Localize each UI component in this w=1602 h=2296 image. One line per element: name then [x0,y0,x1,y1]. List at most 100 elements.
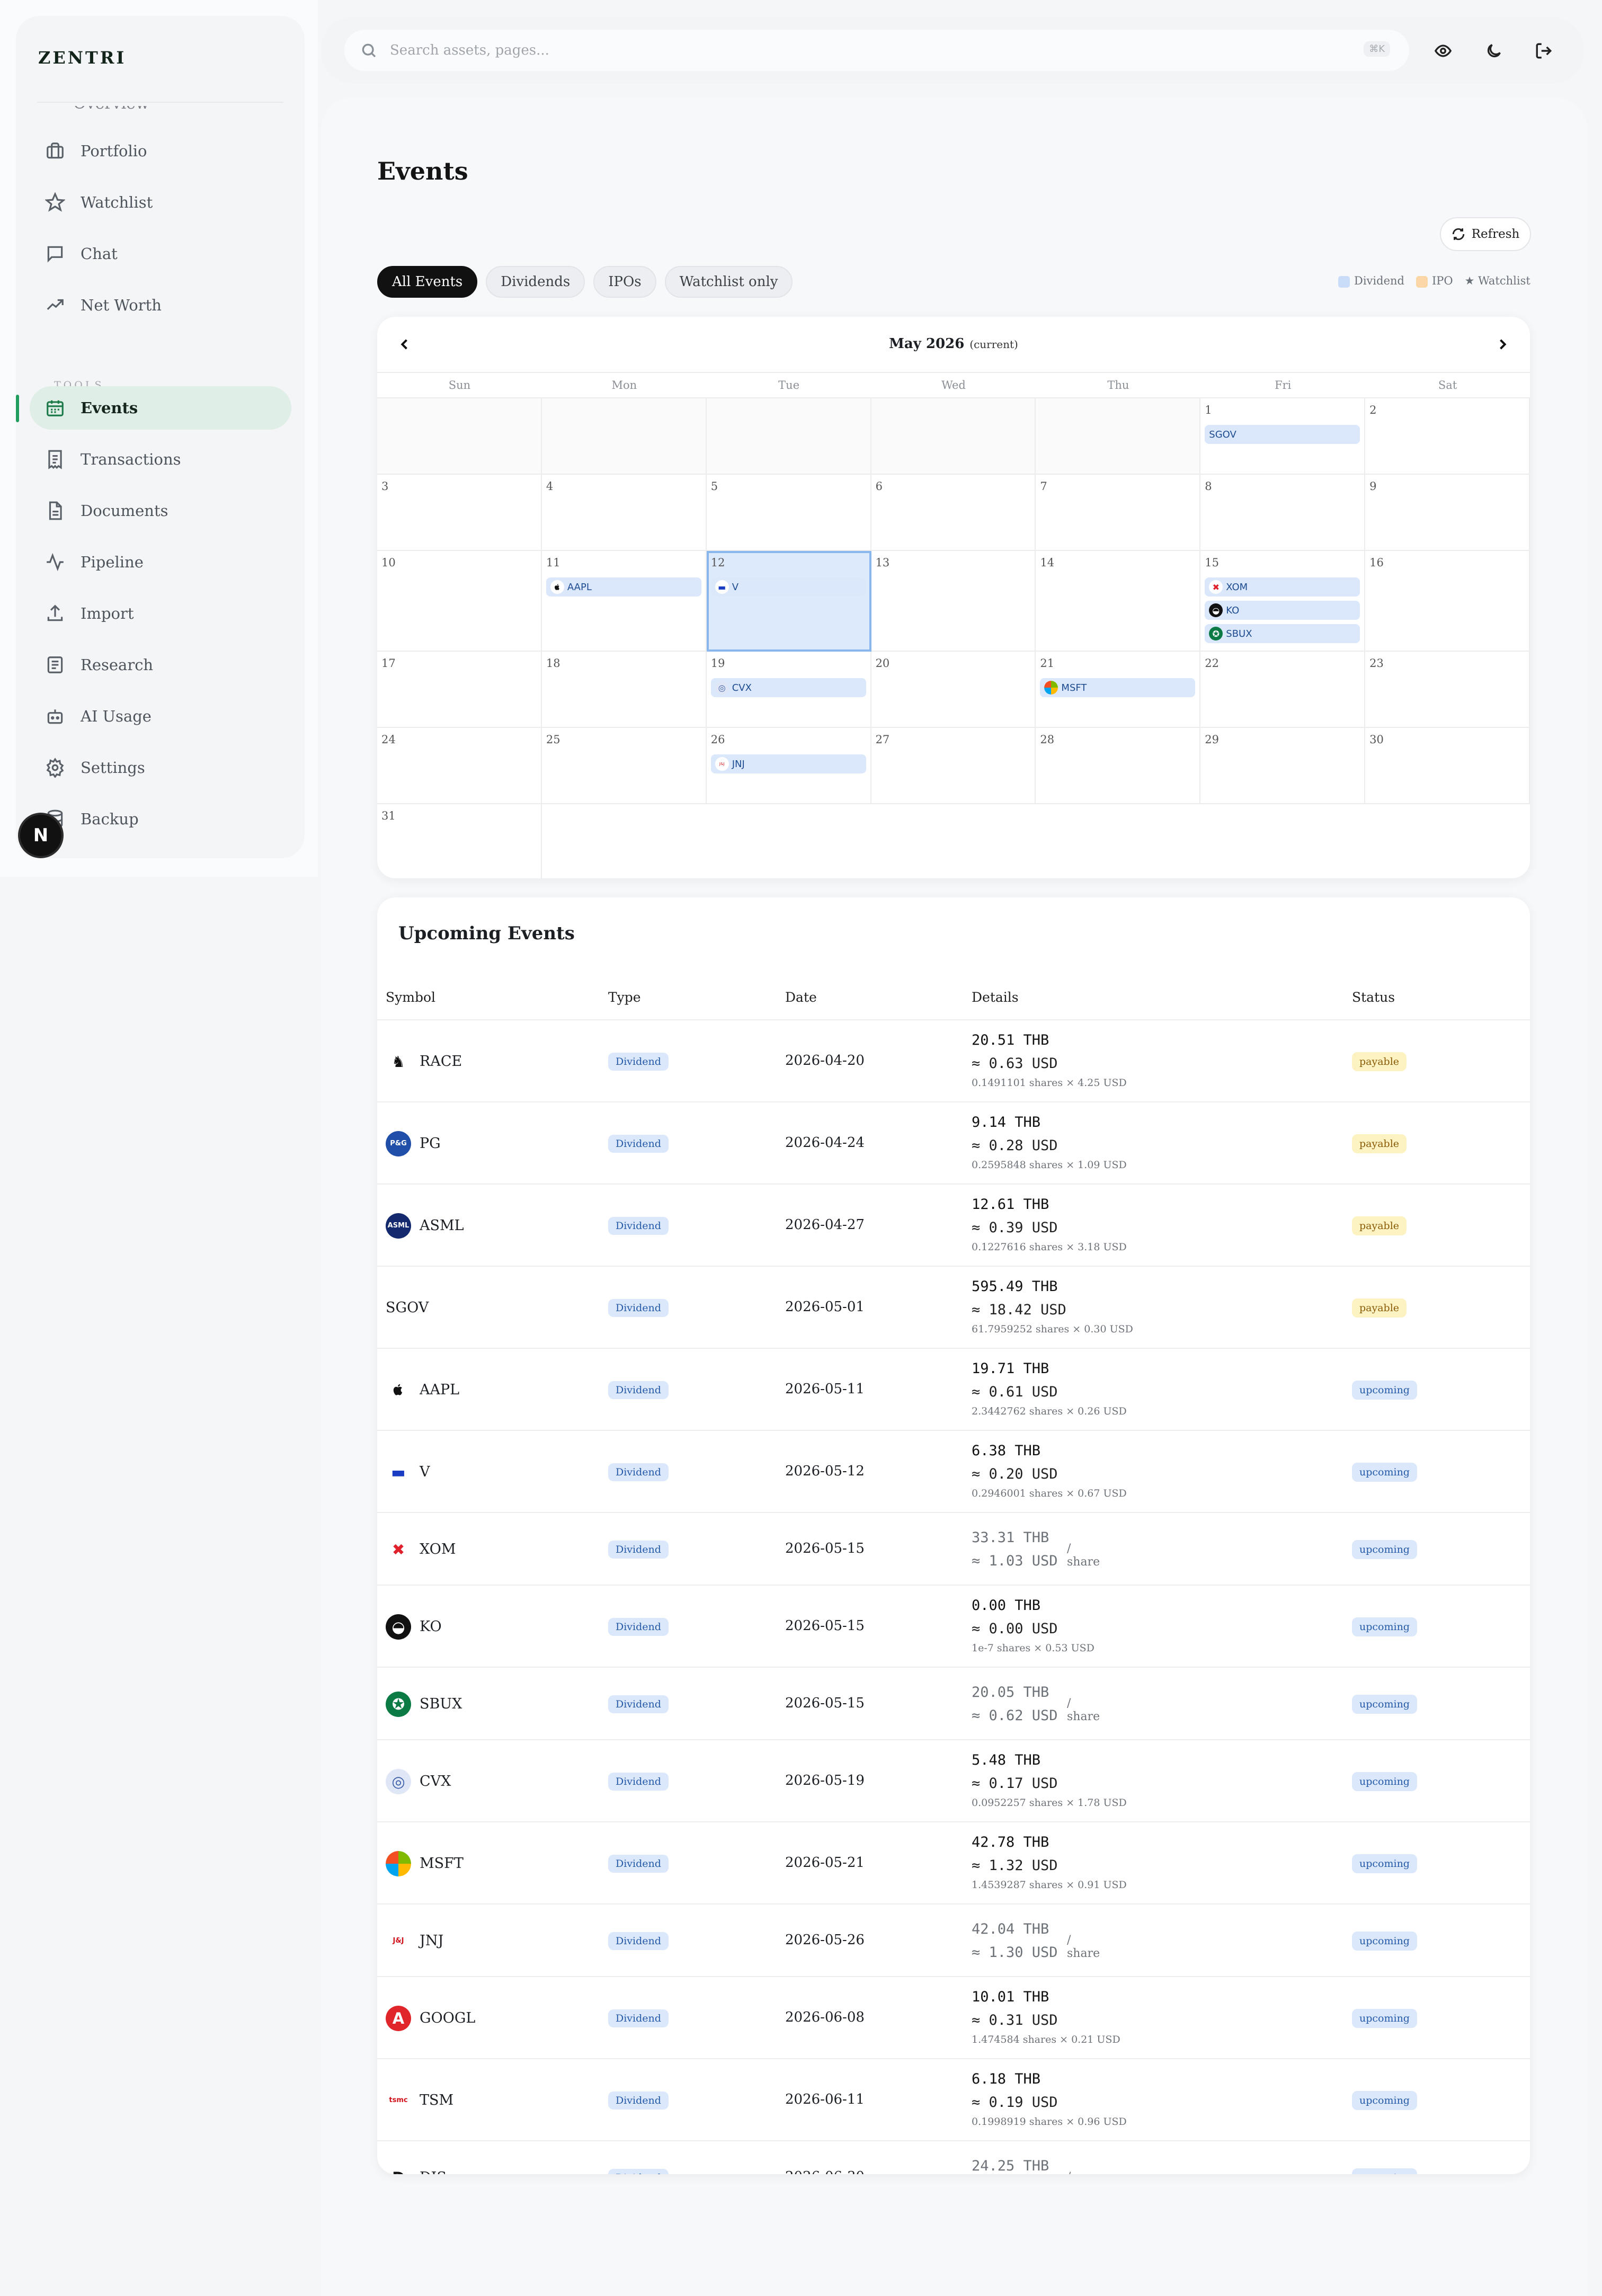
calendar-day-24[interactable]: 24 [377,728,542,804]
calendar-day-20[interactable]: 20 [871,652,1036,728]
sidebar-item-ai-usage[interactable]: AI Usage [30,695,291,738]
calendar-day-17[interactable]: 17 [377,652,542,728]
calendar-day-10[interactable]: 10 [377,551,542,652]
briefcase-icon [47,143,64,159]
calendar-event[interactable]: ✪ SBUX [1205,624,1360,643]
filter-all-events[interactable]: All Events [377,266,478,298]
filter-tabs: All Events Dividends IPOs Watchlist only [377,266,793,298]
sidebar-item-events[interactable]: Events [30,386,291,430]
table-row[interactable]: ◒ KO Dividend 2026-05-15 0.00 THB ≈ 0.00 USD 1… [377,1586,1530,1668]
privacy-toggle-button[interactable] [1427,35,1459,67]
next-month-button[interactable] [1491,333,1514,356]
table-row[interactable]: ✪ SBUX Dividend 2026-05-15 20.05 THB ≈ 0.62 U… [377,1668,1530,1740]
table-row[interactable]: ◎ CVX Dividend 2026-05-19 5.48 THB ≈ 0.17 USD… [377,1740,1530,1822]
table-row[interactable]: ✖ XOM Dividend 2026-05-15 33.31 THB ≈ 1.03 US… [377,1513,1530,1586]
calendar-event[interactable]: ✖ XOM [1205,577,1360,597]
calendar-empty-cell [1365,804,1530,878]
theme-toggle-button[interactable] [1478,35,1510,67]
filter-watchlist-only[interactable]: Watchlist only [664,266,793,298]
status-badge: upcoming [1352,1617,1417,1636]
day-number: 27 [875,733,890,746]
table-row[interactable]: A GOOGL Dividend 2026-06-08 10.01 THB ≈ 0.31 … [377,1977,1530,2059]
calendar-day-3[interactable]: 3 [377,475,542,551]
column-header-type: Type [608,990,641,1005]
calendar-day-28[interactable]: 28 [1036,728,1201,804]
calendar-event[interactable]: ▬ V [710,577,866,597]
calendar-day-2[interactable]: 2 [1365,398,1530,475]
sidebar-item-watchlist[interactable]: Watchlist [30,181,291,224]
ko-logo-icon: ◒ [386,1614,411,1640]
calendar-day-5[interactable]: 5 [706,475,871,551]
type-badge: Dividend [608,1134,669,1153]
sidebar-item-backup[interactable]: Backup [30,797,291,841]
table-row[interactable]: ASML ASML Dividend 2026-04-27 12.61 THB ≈ 0.3… [377,1185,1530,1267]
table-row[interactable]: J&J JNJ Dividend 2026-05-26 42.04 THB ≈ 1.30 … [377,1905,1530,1977]
table-row[interactable]: P&G PG Dividend 2026-04-24 9.14 THB ≈ 0.28 US… [377,1102,1530,1185]
calendar-day-14[interactable]: 14 [1036,551,1201,652]
calendar-day-4[interactable]: 4 [541,475,707,551]
calendar-event[interactable]: SGOV [1205,425,1360,444]
calendar-event[interactable]: AAPL [546,577,701,597]
symbol-label: DIS [420,2169,447,2174]
calendar-day-18[interactable]: 18 [541,652,707,728]
calendar-day-7[interactable]: 7 [1036,475,1201,551]
sidebar-item-chat[interactable]: Chat [30,232,291,275]
event-details: 42.78 THB ≈ 1.32 USD 1.4539287 shares × 0.… [972,1834,1127,1891]
calendar-event[interactable]: J&J JNJ [710,754,866,773]
sidebar-item-settings[interactable]: Settings [30,746,291,789]
filter-ipos[interactable]: IPOs [593,266,656,298]
table-row[interactable]: SGOV Dividend 2026-05-01 595.49 THB ≈ 18.42 … [377,1267,1530,1349]
filter-dividends[interactable]: Dividends [486,266,585,298]
calendar-day-31[interactable]: 31 [377,804,542,878]
search-box[interactable]: ⌘K [344,30,1409,71]
calendar-event[interactable]: ◎ CVX [710,678,866,697]
event-date: 2026-05-01 [785,1298,865,1315]
sidebar-item-import[interactable]: Import [30,592,291,635]
refresh-button[interactable]: Refresh [1440,217,1531,251]
symbol-cell: tsmc TSM [386,2087,453,2113]
calendar-day-6[interactable]: 6 [871,475,1036,551]
calendar-day-15[interactable]: 15 ✖ XOM ◒ KO ✪ SBUX [1200,551,1366,652]
calendar-day-21[interactable]: 21 MSFT [1036,652,1201,728]
table-row[interactable]: Ð DIS Dividend 2026-06-30 24.25 THB≈ 0.75 US… [377,2141,1530,2174]
logout-button[interactable] [1528,35,1560,67]
symbol-cell: ♞ RACE [386,1048,462,1074]
sidebar-item-transactions[interactable]: Transactions [30,438,291,481]
calendar-day-9[interactable]: 9 [1365,475,1530,551]
calendar-day-26[interactable]: 26 J&J JNJ [706,728,871,804]
avatar-badge[interactable]: N [20,815,61,856]
calendar-legend: Dividend IPO ★ Watchlist [1338,274,1530,288]
calendar-day-29[interactable]: 29 [1200,728,1366,804]
event-details: 595.49 THB ≈ 18.42 USD 61.7959252 shares ×… [972,1278,1133,1335]
calendar-day-8[interactable]: 8 [1200,475,1366,551]
day-number: 10 [381,556,396,569]
table-row[interactable]: ♞ RACE Dividend 2026-04-20 20.51 THB ≈ 0.63 U… [377,1020,1530,1102]
sidebar-item-overview[interactable]: Overview [41,106,200,122]
table-row[interactable]: tsmc TSM Dividend 2026-06-11 6.18 THB ≈ 0.19 … [377,2059,1530,2141]
weekday-label: Mon [611,379,637,391]
calendar-event[interactable]: ◒ KO [1205,601,1360,620]
sidebar-item-documents[interactable]: Documents [30,489,291,532]
v-logo-icon: ▬ [715,580,729,594]
calendar-day-11[interactable]: 11 AAPL [541,551,707,652]
search-input[interactable] [390,42,1290,58]
table-row[interactable]: AAPL Dividend 2026-05-11 19.71 THB ≈ 0.61 US… [377,1349,1530,1431]
calendar-day-22[interactable]: 22 [1200,652,1366,728]
sidebar-item-pipeline[interactable]: Pipeline [30,540,291,584]
calendar-day-19[interactable]: 19 ◎ CVX [706,652,871,728]
calendar-day-12[interactable]: 12 ▬ V [706,551,871,652]
sidebar-item-net-worth[interactable]: Net Worth [30,283,291,327]
calendar-day-16[interactable]: 16 [1365,551,1530,652]
calendar-day-23[interactable]: 23 [1365,652,1530,728]
status-badge: payable [1352,1052,1407,1071]
sidebar-item-research[interactable]: Research [30,643,291,687]
calendar-event[interactable]: MSFT [1040,678,1196,697]
calendar-day-13[interactable]: 13 [871,551,1036,652]
table-row[interactable]: MSFT Dividend 2026-05-21 42.78 THB ≈ 1.32 US… [377,1822,1530,1905]
table-row[interactable]: ▬ V Dividend 2026-05-12 6.38 THB ≈ 0.20 USD 0.… [377,1431,1530,1513]
calendar-day-27[interactable]: 27 [871,728,1036,804]
calendar-day-30[interactable]: 30 [1365,728,1530,804]
calendar-day-1[interactable]: 1 SGOV [1200,398,1366,475]
sidebar-item-portfolio[interactable]: Portfolio [30,129,291,173]
calendar-day-25[interactable]: 25 [541,728,707,804]
